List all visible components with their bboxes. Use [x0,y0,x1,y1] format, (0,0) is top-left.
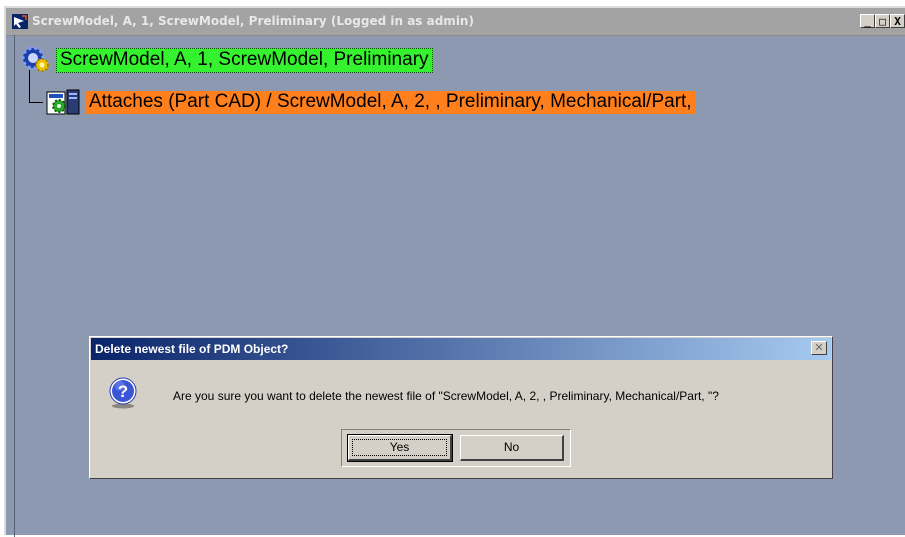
minimize-button[interactable]: _ [860,14,875,28]
confirm-delete-dialog: Delete newest file of PDM Object? ✕ ? Ar… [89,336,833,479]
cad-part-document-icon [46,89,80,115]
question-icon: ? [109,377,137,409]
tree-connector-vertical [29,70,30,103]
dialog-button-group: Yes No [341,429,571,467]
dialog-titlebar[interactable]: Delete newest file of PDM Object? ✕ [91,338,831,360]
dialog-title: Delete newest file of PDM Object? [95,342,289,356]
root-node-label[interactable]: ScrewModel, A, 1, ScrewModel, Preliminar… [56,48,433,73]
close-button[interactable]: X [890,14,905,28]
yes-button-label: Yes [389,440,410,454]
dialog-message: Are you sure you want to delete the newe… [173,389,719,403]
no-button[interactable]: No [460,435,564,461]
app-icon [12,14,28,29]
svg-text:?: ? [118,382,128,401]
left-border [14,35,15,537]
window-title: ScrewModel, A, 1, ScrewModel, Preliminar… [32,14,474,28]
dialog-close-button[interactable]: ✕ [811,341,827,355]
no-button-label: No [503,440,520,454]
window-controls: _ □ X [860,14,905,28]
gear-assembly-icon [21,46,49,72]
child-node-label[interactable]: Attaches (Part CAD) / ScrewModel, A, 2, … [86,91,695,114]
window-titlebar[interactable]: ScrewModel, A, 1, ScrewModel, Preliminar… [6,8,905,36]
yes-button[interactable]: Yes [347,434,453,462]
maximize-button[interactable]: □ [875,14,890,28]
